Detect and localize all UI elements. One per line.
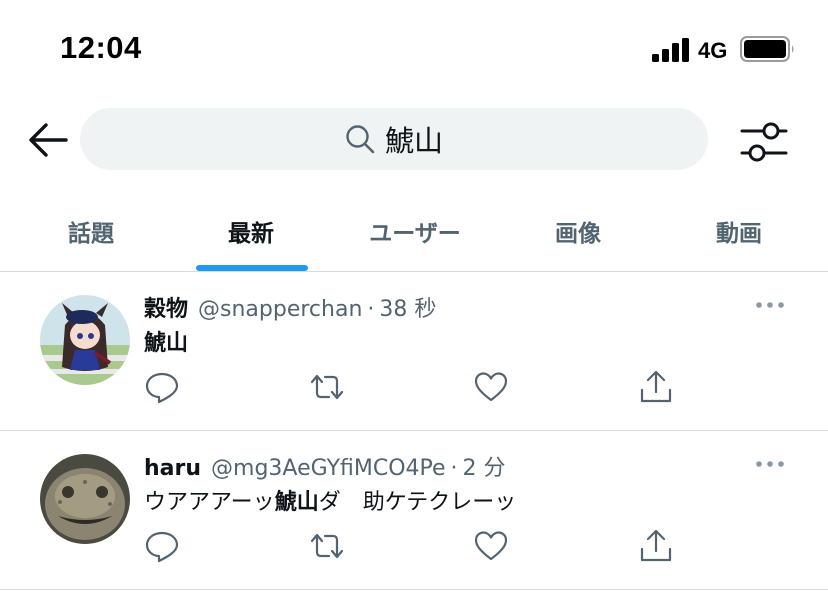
search-icon: [346, 125, 375, 154]
tweet-text: 鯱山: [144, 325, 188, 357]
tab-trending[interactable]: 話題: [11, 200, 171, 272]
search-tabs: 話題 最新 ユーザー 画像 動画: [0, 200, 828, 272]
tweet-header: haru @mg3AeGYfiMCO4Pe · 2 分: [144, 450, 506, 482]
reply-icon[interactable]: [144, 528, 180, 564]
tweet-actions: [0, 528, 828, 568]
search-filter-icon[interactable]: [738, 120, 790, 164]
active-tab-indicator: [196, 265, 308, 271]
tab-people[interactable]: ユーザー: [335, 200, 495, 272]
cellular-signal-icon: [652, 38, 689, 62]
network-type: 4G: [698, 38, 728, 63]
search-query-text: 鯱山: [384, 124, 443, 158]
tab-latest[interactable]: 最新: [171, 200, 331, 272]
separator-dot: ·: [450, 456, 458, 481]
retweet-icon[interactable]: [309, 369, 345, 405]
more-options-icon[interactable]: [754, 293, 786, 317]
share-icon[interactable]: [638, 369, 674, 405]
reply-icon[interactable]: [144, 369, 180, 405]
like-heart-icon[interactable]: [473, 528, 509, 564]
status-bar: 12:04 4G: [0, 0, 828, 100]
tab-photos[interactable]: 画像: [498, 200, 658, 272]
tweet[interactable]: haru @mg3AeGYfiMCO4Pe · 2 分 ウアアアーッ鯱山ダ 助ケ…: [0, 432, 828, 590]
like-heart-icon[interactable]: [473, 369, 509, 405]
search-input[interactable]: 鯱山: [80, 108, 708, 170]
tweet-timestamp[interactable]: 2 分: [463, 450, 506, 482]
user-handle[interactable]: @snapperchan: [198, 297, 362, 322]
tweet-actions: [0, 369, 828, 409]
tab-videos[interactable]: 動画: [659, 200, 819, 272]
more-options-icon[interactable]: [754, 452, 786, 476]
back-arrow-icon[interactable]: [26, 120, 70, 160]
tweet-text: ウアアアーッ鯱山ダ 助ケテクレーッ: [144, 490, 517, 515]
tweet[interactable]: 穀物 @snapperchan · 38 秒 鯱山: [0, 273, 828, 431]
battery-icon: [740, 36, 794, 62]
tweet-header: 穀物 @snapperchan · 38 秒: [144, 291, 436, 323]
display-name[interactable]: 穀物: [144, 291, 188, 323]
search-highlight: 鯱山: [274, 490, 319, 515]
search-row: 鯱山: [0, 108, 828, 170]
separator-dot: ·: [367, 297, 375, 322]
status-time: 12:04: [60, 30, 142, 65]
user-handle[interactable]: @mg3AeGYfiMCO4Pe: [211, 456, 446, 481]
retweet-icon[interactable]: [309, 528, 345, 564]
tweet-timestamp[interactable]: 38 秒: [379, 291, 436, 323]
share-icon[interactable]: [638, 528, 674, 564]
search-highlight: 鯱山: [144, 331, 189, 356]
display-name[interactable]: haru: [144, 456, 201, 481]
